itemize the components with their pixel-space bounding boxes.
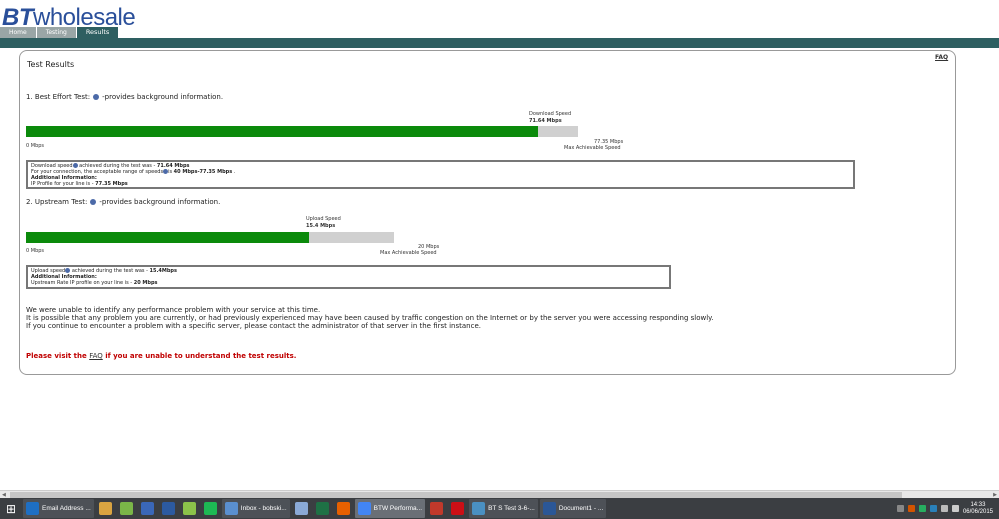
page-title: Test Results xyxy=(27,60,75,69)
tray-up-icon[interactable] xyxy=(896,505,904,512)
taskbar-item[interactable] xyxy=(180,499,199,518)
download-heading-suffix: -provides background information. xyxy=(102,93,224,101)
tab-testing[interactable]: Testing xyxy=(36,27,77,38)
download-heading-prefix: 1. Best Effort Test: xyxy=(26,93,91,101)
upload-speed-bar xyxy=(26,232,394,243)
upload-speed-label: Upload Speed xyxy=(306,216,341,222)
image-icon xyxy=(472,502,486,515)
tab-results[interactable]: Results xyxy=(76,27,120,38)
excel-icon xyxy=(315,502,329,515)
volume-icon[interactable] xyxy=(951,505,959,512)
ie-icon xyxy=(26,502,39,515)
header-bar xyxy=(0,38,999,48)
opera-icon xyxy=(451,502,465,515)
download-heading: 1. Best Effort Test: -provides backgroun… xyxy=(26,93,223,101)
download-speed-value: 71.64 Mbps xyxy=(529,118,562,124)
info-icon[interactable] xyxy=(72,163,78,168)
note-line-3: If you continue to encounter a problem w… xyxy=(26,322,481,330)
taskbar-item[interactable]: Email Address ... xyxy=(23,499,94,518)
upload-info-box: Upload speed achieved during the test wa… xyxy=(26,265,671,289)
note-line-1: We were unable to identify any performan… xyxy=(26,306,321,314)
spotify-icon xyxy=(203,502,217,515)
taskbar-item-label: BT S Test 3-6-... xyxy=(488,505,535,512)
info-icon[interactable] xyxy=(65,268,71,273)
download-speed-label: Download Speed xyxy=(529,111,572,117)
pc-icon xyxy=(161,502,175,515)
horizontal-scrollbar[interactable]: ◀ ▶ xyxy=(0,490,999,498)
taskbar-item[interactable]: Inbox - bobski... xyxy=(221,499,290,518)
info-icon[interactable] xyxy=(90,199,97,205)
taskbar-item[interactable]: Document1 - ... xyxy=(539,499,607,518)
download-zero-label: 0 Mbps xyxy=(26,143,45,149)
upload-heading: 2. Upstream Test: -provides background i… xyxy=(26,198,220,206)
taskbar-item[interactable] xyxy=(138,499,157,518)
upload-max-label: Max Achievable Speed xyxy=(380,250,437,256)
tray-app-icon[interactable] xyxy=(929,505,937,512)
android-icon xyxy=(182,502,196,515)
mail-icon xyxy=(224,502,238,515)
taskbar-item[interactable] xyxy=(427,499,446,518)
folder-icon xyxy=(98,502,112,515)
clock-date: 06/06/2015 xyxy=(962,508,993,515)
word-icon xyxy=(542,502,556,515)
clock-time: 14:33 xyxy=(970,501,986,508)
download-speed-bar xyxy=(26,126,578,137)
taskbar-item[interactable] xyxy=(117,499,136,518)
upload-speed-value: 15.4 Mbps xyxy=(306,223,336,229)
taskbar-item[interactable] xyxy=(448,499,467,518)
taskbar-item[interactable] xyxy=(96,499,115,518)
faq-link[interactable]: FAQ xyxy=(935,54,948,61)
taskbar-item-label: Email Address ... xyxy=(42,505,91,512)
taskbar-item[interactable]: BT S Test 3-6-... xyxy=(469,499,538,518)
clock[interactable]: 14:33 06/06/2015 xyxy=(963,502,993,516)
upload-heading-prefix: 2. Upstream Test: xyxy=(26,198,88,206)
upload-zero-label: 0 Mbps xyxy=(26,248,45,254)
taskbar: ⊞ Email Address ... Inbox - bobski... BTW … xyxy=(0,498,999,519)
taskbar-item[interactable] xyxy=(313,499,332,518)
download-info-line-4: IP Profile for your line is - 77.35 Mbps xyxy=(31,181,128,187)
taskbar-item[interactable] xyxy=(201,499,220,518)
windows-icon: ⊞ xyxy=(5,501,17,516)
upload-speed-fill xyxy=(26,232,309,243)
taskbar-item-label: BTW Performa... xyxy=(373,505,423,512)
taskbar-item-label: Document1 - ... xyxy=(558,505,604,512)
network-icon xyxy=(140,502,154,515)
network-icon[interactable] xyxy=(940,505,948,512)
taskbar-item[interactable]: BTW Performa... xyxy=(354,499,426,518)
taskbar-item-label: Inbox - bobski... xyxy=(240,505,287,512)
tab-home[interactable]: Home xyxy=(0,27,37,38)
taskbar-item[interactable] xyxy=(292,499,311,518)
notepad-icon xyxy=(294,502,308,515)
taskbar-items: Email Address ... Inbox - bobski... BTW Pe… xyxy=(22,499,607,518)
note-line-2: It is possible that any problem you are … xyxy=(26,314,714,322)
download-info-box: Download speed achieved during the test … xyxy=(26,160,855,189)
taskbar-item[interactable] xyxy=(159,499,178,518)
leaf-icon xyxy=(119,502,133,515)
download-speed-fill xyxy=(26,126,538,137)
grid-icon xyxy=(430,502,444,515)
upload-heading-suffix: -provides background information. xyxy=(99,198,221,206)
chrome-icon xyxy=(357,502,371,515)
upload-info-line-3: Upstream Rate IP profile on your line is… xyxy=(31,280,158,286)
faq-hint: Please visit the FAQ if you are unable t… xyxy=(26,352,297,360)
firefox-icon xyxy=(336,502,350,515)
tray-app-icon[interactable] xyxy=(918,505,926,512)
download-max-label: Max Achievable Speed xyxy=(564,145,621,151)
system-tray: 14:33 06/06/2015 xyxy=(896,502,999,516)
info-icon[interactable] xyxy=(93,94,100,100)
faq-inline-link[interactable]: FAQ xyxy=(89,352,103,360)
start-button[interactable]: ⊞ xyxy=(0,498,22,519)
taskbar-item[interactable] xyxy=(334,499,353,518)
nav-tabs: Home Testing Results xyxy=(0,27,120,38)
tray-app-icon[interactable] xyxy=(907,505,915,512)
